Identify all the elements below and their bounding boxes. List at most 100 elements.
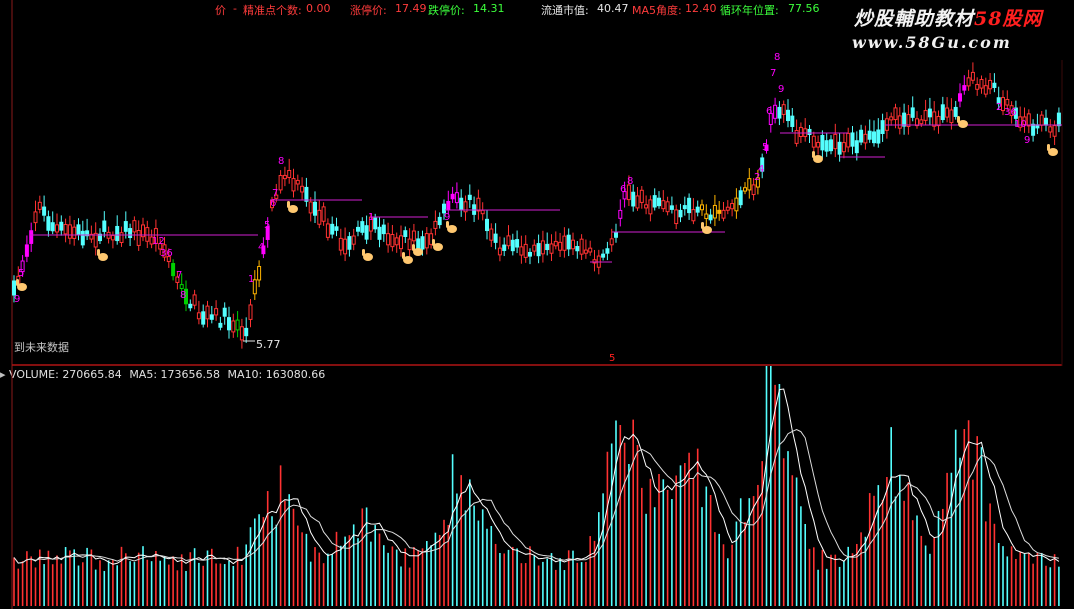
- candle-body: [235, 319, 240, 331]
- count-label: 7: [176, 270, 182, 281]
- candle-body: [949, 109, 954, 124]
- volume-chart[interactable]: [0, 366, 1074, 609]
- pointing-hand-icon: [1047, 144, 1058, 156]
- candle-body: [171, 263, 176, 277]
- candle-body: [691, 209, 696, 222]
- candle-body: [734, 197, 739, 212]
- candle-body: [394, 237, 399, 246]
- pointing-hand-icon: [16, 279, 27, 291]
- volume-ma5-line: [13, 388, 1060, 565]
- candle-body: [712, 204, 717, 219]
- candle-body: [962, 85, 967, 91]
- candle-body: [730, 203, 735, 210]
- candle-body: [29, 230, 34, 244]
- candle-body: [528, 251, 532, 257]
- candle-body: [820, 134, 825, 151]
- count-label: 12: [152, 236, 165, 247]
- candle-body: [635, 195, 640, 209]
- candle-body: [476, 197, 481, 212]
- candle-body: [837, 141, 842, 155]
- candle-body: [932, 111, 937, 127]
- candle-body: [467, 194, 472, 201]
- candle-body: [695, 206, 700, 213]
- candle-body: [790, 115, 795, 127]
- candle-body: [876, 129, 881, 144]
- candle-body: [902, 112, 907, 127]
- candle-body: [798, 126, 803, 137]
- candle-body: [540, 240, 545, 255]
- count-label: 6: [270, 198, 276, 209]
- candle-body: [46, 216, 51, 231]
- candle-body: [549, 243, 554, 254]
- price-chart[interactable]: 951236781456787896542682 3610991: [0, 0, 1074, 366]
- candle-body: [347, 236, 352, 250]
- count-label: 7: [770, 68, 776, 79]
- candle-body: [493, 233, 498, 243]
- candle-body: [485, 218, 489, 232]
- hand-finger: [287, 201, 290, 208]
- hand-finger: [1047, 144, 1050, 151]
- candle-body: [1026, 113, 1031, 127]
- count-label: 8: [774, 52, 780, 63]
- candle-body: [459, 197, 464, 210]
- candle-body: [411, 230, 416, 242]
- candle-body: [321, 206, 326, 222]
- candle-body: [553, 240, 558, 247]
- candle-body: [824, 140, 829, 152]
- candle-body: [1044, 117, 1048, 126]
- candle-body: [515, 239, 520, 248]
- candle-body: [605, 248, 610, 254]
- candle-body: [72, 226, 77, 239]
- candle-body: [631, 191, 636, 207]
- candle-body: [42, 206, 47, 216]
- count-label: 5: [18, 268, 24, 279]
- candle-body: [1039, 114, 1044, 126]
- count-label: 6: [766, 106, 772, 117]
- candle-body: [816, 141, 821, 148]
- candle-body: [291, 178, 296, 192]
- candle-body: [863, 133, 868, 144]
- pointing-hand-icon: [432, 239, 443, 251]
- candle-body: [601, 253, 606, 258]
- candle-body: [55, 224, 59, 233]
- candle-body: [356, 226, 360, 232]
- count-label: 1: [368, 212, 374, 223]
- candle-body: [983, 85, 988, 95]
- candle-body: [420, 236, 425, 250]
- candle-body: [506, 235, 511, 247]
- candle-body: [579, 238, 584, 255]
- volume-ma10-line: [13, 428, 1059, 564]
- hand-finger: [402, 252, 405, 259]
- candle-body: [115, 225, 120, 242]
- candle-body: [33, 211, 38, 224]
- count-label: 6: [620, 184, 626, 195]
- candle-body: [304, 186, 309, 202]
- candle-body: [188, 303, 193, 309]
- candle-body: [708, 214, 713, 221]
- candle-body: [717, 209, 722, 214]
- hand-finger: [957, 116, 960, 123]
- candle-body: [454, 192, 459, 204]
- candle-body: [910, 107, 915, 118]
- candle-body: [110, 234, 115, 241]
- count-label: 7: [272, 188, 278, 199]
- candle-body: [502, 244, 507, 251]
- candle-body: [532, 244, 537, 252]
- candle-body: [523, 243, 528, 258]
- low-price-label: 5.77: [256, 338, 281, 351]
- candle-body: [536, 243, 541, 257]
- candle-body: [807, 128, 812, 135]
- candle-body: [386, 233, 391, 246]
- candle-body: [1052, 125, 1057, 137]
- count-label: 2: [754, 172, 760, 183]
- pointing-hand-icon: [287, 201, 298, 213]
- hand-finger: [97, 249, 100, 256]
- candle-body: [76, 224, 81, 236]
- candle-body: [128, 228, 133, 239]
- candle-body: [317, 209, 322, 225]
- candle-body: [63, 223, 68, 235]
- count-label: 5: [264, 220, 270, 231]
- candle-body: [80, 230, 85, 246]
- candle-body: [351, 235, 356, 245]
- candle-body: [209, 314, 214, 320]
